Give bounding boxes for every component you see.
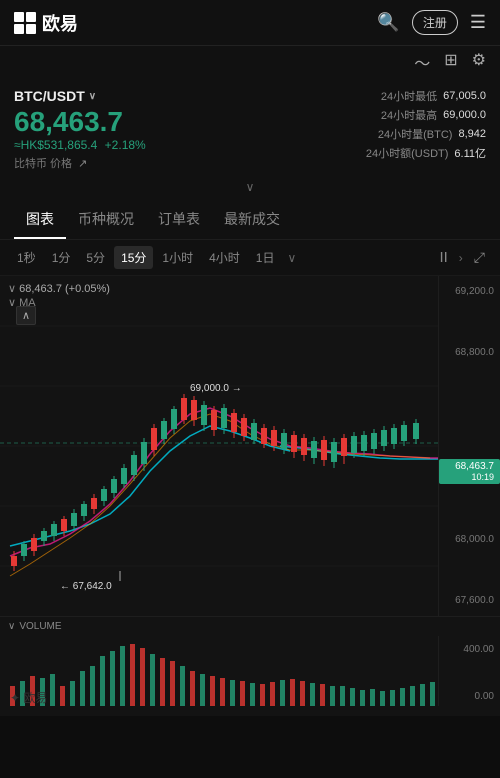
search-icon[interactable]: 🔍 <box>377 12 399 33</box>
ticker-price: 68,463.7 <box>14 108 146 136</box>
tab-订单表[interactable]: 订单表 <box>146 199 212 239</box>
tf-more-icon[interactable]: › <box>455 248 467 268</box>
layout-icon[interactable]: ⊞ <box>444 50 457 74</box>
symbol-chevron: ∨ <box>89 91 96 102</box>
volume-label: ∨ VOLUME <box>0 617 500 636</box>
stat-row: 24小时额(USDT) 6.11亿 <box>366 145 486 161</box>
tab-图表[interactable]: 图表 <box>14 199 66 239</box>
ticker-left: BTC/USDT ∨ 68,463.7 ≈HK$531,865.4 +2.18%… <box>14 88 146 171</box>
timeframe-bar: 1秒1分5分15分1小时4小时1日∨ ⅠⅠ › ⤢ <box>0 240 500 276</box>
stat-label: 24小时最低 <box>381 88 437 104</box>
ticker-symbol[interactable]: BTC/USDT ∨ <box>14 88 146 104</box>
symbol-text: BTC/USDT <box>14 88 85 104</box>
tf-btn-15分[interactable]: 15分 <box>114 246 153 269</box>
tf-dropdown-icon[interactable]: ∨ <box>283 248 300 268</box>
ticker-bar: BTC/USDT ∨ 68,463.7 ≈HK$531,865.4 +2.18%… <box>0 78 500 175</box>
tf-btn-1秒[interactable]: 1秒 <box>10 246 43 269</box>
settings-icon[interactable]: ⚙ <box>472 50 486 74</box>
fullscreen-icon[interactable]: ⤢ <box>469 246 490 269</box>
expand-row[interactable]: ∨ <box>0 175 500 199</box>
stat-value: 6.11亿 <box>454 145 486 161</box>
ticker-hkd: ≈HK$531,865.4 +2.18% <box>14 138 146 152</box>
hkd-equiv: ≈HK$531,865.4 <box>14 138 97 152</box>
tab-最新成交[interactable]: 最新成交 <box>212 199 292 239</box>
stat-row: 24小时最低 67,005.0 <box>381 88 486 104</box>
expand-icon: ∨ <box>246 180 255 194</box>
stat-value: 67,005.0 <box>443 90 486 102</box>
volume-chevron: ∨ <box>8 621 15 632</box>
header: 欧易 🔍 注册 ☰ <box>0 0 500 46</box>
logo: 欧易 <box>14 10 78 36</box>
yaxis-label-5: 67,600.0 <box>439 595 500 606</box>
stat-row: 24小时量(BTC) 8,942 <box>378 126 486 142</box>
stat-value: 69,000.0 <box>443 109 486 121</box>
chart-container: ∨ 68,463.7 (+0.05%) ∨ MA ∧ <box>0 276 500 616</box>
logo-text: 欧易 <box>42 10 78 36</box>
stat-row: 24小时最高 69,000.0 <box>381 107 486 123</box>
stat-label: 24小时最高 <box>381 107 437 123</box>
tf-btn-4小时[interactable]: 4小时 <box>202 246 247 269</box>
header-right: 🔍 注册 ☰ <box>377 10 486 35</box>
external-link-icon[interactable]: ↗ <box>78 158 87 170</box>
register-button[interactable]: 注册 <box>412 10 458 35</box>
ticker-label: 比特币 价格 ↗ <box>14 155 146 171</box>
chart-info: ∨ 68,463.7 (+0.05%) ∨ MA ∧ <box>8 282 110 312</box>
chart-yaxis: 69,200.0 68,800.0 68,463.7 10:19 68,000.… <box>438 276 500 616</box>
watermark: ✦ 欧易 <box>10 689 47 706</box>
vol-yaxis-top: 400.00 <box>439 644 500 655</box>
ticker-stats: 24小时最低 67,005.0 24小时最高 69,000.0 24小时量(BTC) 8,… <box>366 88 486 161</box>
tabs: 图表币种概况订单表最新成交 <box>0 199 500 240</box>
candlestick-chart: 69,000.0 → ← 67,642.0 <box>0 276 438 616</box>
yaxis-label-2: 68,800.0 <box>439 347 500 358</box>
stat-value: 8,942 <box>458 128 486 140</box>
change-pct: +2.18% <box>105 138 146 152</box>
tf-btn-1日[interactable]: 1日 <box>249 246 282 269</box>
stat-label: 24小时额(USDT) <box>366 145 449 161</box>
volume-yaxis: 400.00 0.00 <box>438 636 500 706</box>
tab-币种概况[interactable]: 币种概况 <box>66 199 146 239</box>
yaxis-label-1: 69,200.0 <box>439 286 500 297</box>
tf-btn-5分[interactable]: 5分 <box>79 246 112 269</box>
yaxis-label-4: 68,000.0 <box>439 534 500 545</box>
vol-yaxis-bot: 0.00 <box>439 691 500 702</box>
tf-btn-1小时[interactable]: 1小时 <box>155 246 200 269</box>
chart-type-icon[interactable]: 〜 <box>414 50 430 74</box>
logo-icon <box>14 12 36 34</box>
stat-label: 24小时量(BTC) <box>378 126 453 142</box>
svg-text:← 67,642.0: ← 67,642.0 <box>60 581 112 592</box>
chart-expand-button[interactable]: ∧ <box>16 306 36 325</box>
svg-text:69,000.0 →: 69,000.0 → <box>190 383 242 394</box>
volume-section: ∨ VOLUME <box>0 616 500 716</box>
yaxis-label-current: 68,463.7 10:19 <box>439 459 500 484</box>
volume-chart <box>0 636 438 706</box>
tf-btn-1分[interactable]: 1分 <box>45 246 78 269</box>
menu-icon[interactable]: ☰ <box>470 12 486 33</box>
current-price-label: ∨ 68,463.7 (+0.05%) <box>8 282 110 295</box>
candle-type-icon[interactable]: ⅠⅠ <box>435 246 453 269</box>
